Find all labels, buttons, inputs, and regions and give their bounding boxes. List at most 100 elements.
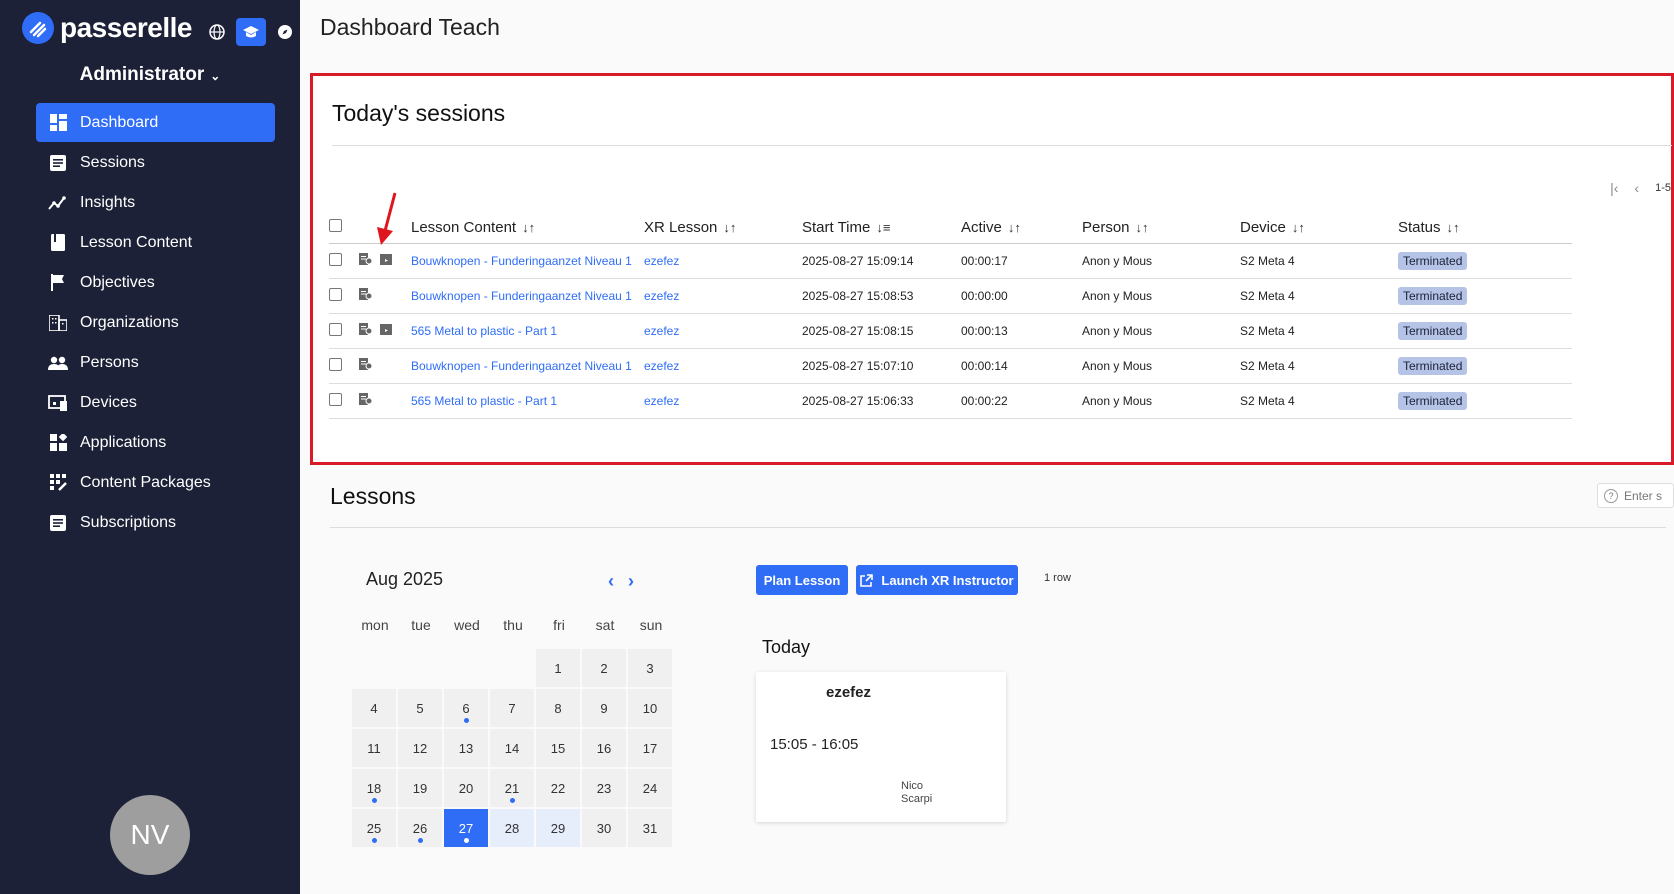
report-icon[interactable] (359, 393, 373, 408)
calendar-day[interactable]: 29 (536, 809, 580, 847)
brand[interactable]: passerelle (22, 12, 193, 44)
col-xr-lesson[interactable]: XR Lesson ↓↑ (644, 213, 802, 244)
calendar-day[interactable]: 18 (352, 769, 396, 807)
sidebar-item-dashboard[interactable]: Dashboard (36, 103, 275, 142)
calendar-day[interactable]: 14 (490, 729, 534, 767)
report-icon[interactable] (359, 288, 373, 303)
col-start-time[interactable]: Start Time ↓≡ (802, 213, 961, 244)
sidebar-item-sessions[interactable]: Sessions (36, 143, 275, 182)
calendar-day[interactable]: 13 (444, 729, 488, 767)
chevron-right-icon[interactable]: › (628, 571, 634, 592)
calendar-day-today[interactable]: 27 (444, 809, 488, 847)
lesson-content-link[interactable]: Bouwknopen - Funderingaanzet Niveau 1 (411, 289, 632, 303)
lesson-content-link[interactable]: 565 Metal to plastic - Part 1 (411, 324, 557, 338)
calendar-day[interactable]: 7 (490, 689, 534, 727)
xr-lesson-link[interactable]: ezefez (644, 254, 679, 268)
calendar-day[interactable]: 17 (628, 729, 672, 767)
first-page-icon[interactable]: |‹ (1610, 180, 1618, 196)
avatar[interactable]: NV (110, 795, 190, 875)
launch-xr-instructor-button[interactable]: Launch XR Instructor (856, 565, 1018, 595)
lesson-content-link[interactable]: Bouwknopen - Funderingaanzet Niveau 1 (411, 359, 632, 373)
calendar-day[interactable]: 16 (582, 729, 626, 767)
xr-lesson-link[interactable]: ezefez (644, 359, 679, 373)
report-icon[interactable] (359, 323, 373, 338)
table-row[interactable]: Bouwknopen - Funderingaanzet Niveau 1 eze… (329, 278, 1572, 314)
select-all-checkbox[interactable] (329, 219, 342, 233)
table-row[interactable]: Bouwknopen - Funderingaanzet Niveau 1 eze… (329, 348, 1572, 384)
role-selector[interactable]: Administrator ⌄ (0, 64, 300, 86)
calendar-day[interactable]: 21 (490, 769, 534, 807)
col-lesson-content[interactable]: Lesson Content ↓↑ (411, 213, 644, 244)
col-active[interactable]: Active ↓↑ (961, 213, 1082, 244)
sidebar-item-persons[interactable]: Persons (36, 343, 275, 382)
xr-lesson-link[interactable]: ezefez (644, 394, 679, 408)
table-row[interactable]: 565 Metal to plastic - Part 1 ezefez 2025-… (329, 383, 1572, 419)
graduation-cap-icon[interactable] (236, 18, 266, 46)
plan-lesson-button[interactable]: Plan Lesson (756, 565, 848, 595)
calendar-day[interactable]: 26 (398, 809, 442, 847)
calendar-day[interactable]: 6 (444, 689, 488, 727)
sidebar-item-organizations[interactable]: Organizations (36, 303, 275, 342)
day-number: 2 (600, 660, 608, 676)
calendar-day[interactable]: 8 (536, 689, 580, 727)
sidebar-item-content-packages[interactable]: Content Packages (36, 463, 275, 502)
calendar-day[interactable]: 1 (536, 649, 580, 687)
calendar-day[interactable]: 28 (490, 809, 534, 847)
sidebar-item-subscriptions[interactable]: Subscriptions (36, 503, 275, 542)
calendar-day[interactable]: 3 (628, 649, 672, 687)
replay-icon[interactable] (380, 323, 392, 338)
row-checkbox[interactable] (329, 392, 342, 406)
calendar-day[interactable]: 5 (398, 689, 442, 727)
globe-icon[interactable] (206, 21, 228, 43)
table-row[interactable]: 565 Metal to plastic - Part 1 ezefez 2025-… (329, 313, 1572, 349)
chevron-left-icon[interactable]: ‹ (608, 571, 614, 592)
sidebar-item-lesson-content[interactable]: Lesson Content (36, 223, 275, 262)
prev-page-icon[interactable]: ‹ (1634, 180, 1639, 196)
row-checkbox[interactable] (329, 357, 342, 371)
sidebar-item-insights[interactable]: Insights (36, 183, 275, 222)
calendar-day[interactable]: 2 (582, 649, 626, 687)
calendar-day[interactable]: 11 (352, 729, 396, 767)
sort-icon[interactable]: ↓↑ (1008, 220, 1021, 235)
lesson-content-link[interactable]: Bouwknopen - Funderingaanzet Niveau 1 (411, 254, 632, 268)
compass-icon[interactable] (274, 21, 296, 43)
sort-icon[interactable]: ↓↑ (1447, 220, 1460, 235)
col-status[interactable]: Status ↓↑ (1398, 213, 1572, 244)
row-checkbox[interactable] (329, 252, 342, 266)
sidebar-item-devices[interactable]: Devices (36, 383, 275, 422)
calendar-day[interactable]: 12 (398, 729, 442, 767)
sort-icon[interactable]: ↓↑ (723, 220, 736, 235)
calendar-day[interactable]: 24 (628, 769, 672, 807)
table-row[interactable]: Bouwknopen - Funderingaanzet Niveau 1 eze… (329, 243, 1572, 279)
sort-icon[interactable]: ↓↑ (522, 220, 535, 235)
sidebar-item-objectives[interactable]: Objectives (36, 263, 275, 302)
calendar-day[interactable]: 30 (582, 809, 626, 847)
sort-icon[interactable]: ↓↑ (1292, 220, 1305, 235)
sort-desc-icon[interactable]: ↓≡ (876, 220, 890, 235)
report-icon[interactable] (359, 253, 373, 268)
lesson-card[interactable]: ezefez 15:05 - 16:05 Nico Scarpi (756, 672, 1006, 822)
replay-icon[interactable] (380, 253, 392, 268)
sidebar-item-applications[interactable]: Applications (36, 423, 275, 462)
calendar-day[interactable]: 23 (582, 769, 626, 807)
calendar-day[interactable]: 10 (628, 689, 672, 727)
col-device[interactable]: Device ↓↑ (1240, 213, 1398, 244)
calendar-day[interactable]: 22 (536, 769, 580, 807)
calendar-day[interactable]: 4 (352, 689, 396, 727)
search-field[interactable]: ? Enter s (1597, 483, 1674, 508)
todays-sessions-panel: Today's sessions |‹ ‹ 1-5 Lesson Content… (310, 73, 1674, 465)
sort-icon[interactable]: ↓↑ (1136, 220, 1149, 235)
calendar-day[interactable]: 31 (628, 809, 672, 847)
calendar-day[interactable]: 25 (352, 809, 396, 847)
row-checkbox[interactable] (329, 287, 342, 301)
col-person[interactable]: Person ↓↑ (1082, 213, 1240, 244)
row-checkbox[interactable] (329, 322, 342, 336)
xr-lesson-link[interactable]: ezefez (644, 324, 679, 338)
calendar-day[interactable]: 15 (536, 729, 580, 767)
calendar-day[interactable]: 20 (444, 769, 488, 807)
xr-lesson-link[interactable]: ezefez (644, 289, 679, 303)
report-icon[interactable] (359, 358, 373, 373)
calendar-day[interactable]: 19 (398, 769, 442, 807)
calendar-day[interactable]: 9 (582, 689, 626, 727)
lesson-content-link[interactable]: 565 Metal to plastic - Part 1 (411, 394, 557, 408)
